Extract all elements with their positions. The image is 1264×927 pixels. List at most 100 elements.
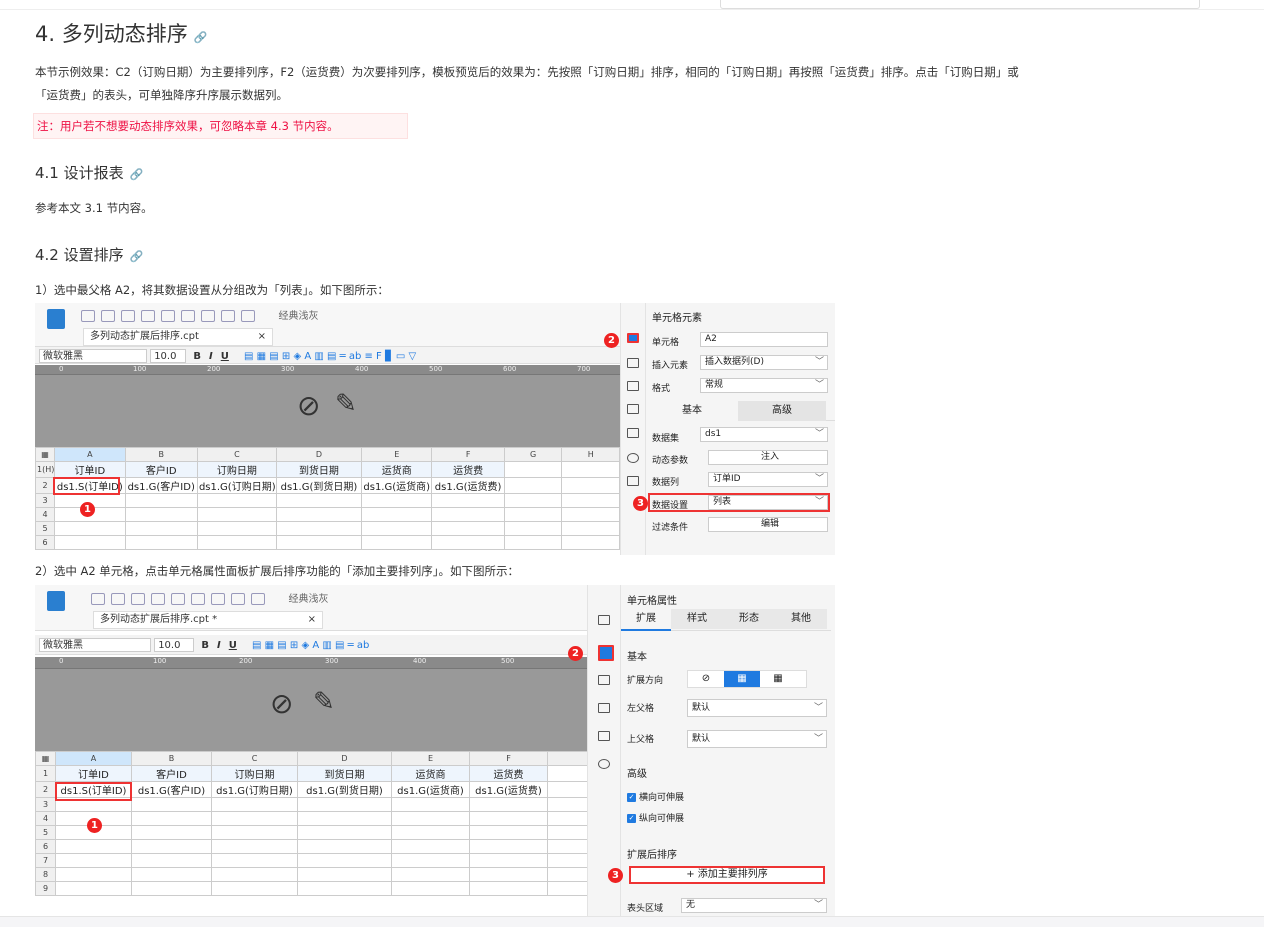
float-element-icon[interactable] (627, 381, 639, 391)
font-family-select[interactable]: 微软雅黑 (39, 638, 151, 652)
anchor-link-icon[interactable]: 🔗 (130, 250, 144, 263)
copy-icon[interactable] (161, 310, 175, 322)
theme-label[interactable]: 经典浅灰 (279, 311, 319, 322)
paragraph-4-1: 参考本文 3.1 节内容。 (35, 201, 153, 215)
expand-dir-segment[interactable]: ⊘ ▦ ▦ (687, 670, 807, 688)
cell-input[interactable]: A2 (700, 332, 828, 347)
hyperlink-icon[interactable] (627, 453, 639, 463)
highlight-a2 (53, 477, 120, 495)
advanced-section[interactable]: 高级 (627, 765, 647, 780)
cell-attr-icon[interactable] (627, 358, 639, 368)
save-icon[interactable] (81, 310, 95, 322)
v-extend-checkbox[interactable]: ✓ 纵向可伸展 (627, 811, 684, 824)
redo-icon[interactable] (131, 593, 145, 605)
edit-pencil-icon[interactable]: ✎ (335, 389, 357, 419)
cell-element-icon[interactable] (627, 333, 639, 343)
save-icon[interactable] (91, 593, 105, 605)
widget-icon[interactable] (627, 404, 639, 414)
dyn-param-label: 动态参数 (652, 456, 689, 466)
edit-pencil-icon[interactable]: ✎ (313, 687, 335, 717)
cut-icon[interactable] (151, 593, 165, 605)
condition-icon[interactable] (598, 731, 610, 741)
theme-label[interactable]: 经典浅灰 (289, 594, 329, 605)
insert-select[interactable]: 插入数据列(D) ﹀ (700, 355, 828, 370)
close-tab-icon[interactable]: × (258, 329, 266, 345)
section-heading-4-2: 4.2 设置排序 🔗 (35, 246, 144, 264)
preview-icon[interactable] (231, 593, 245, 605)
cut-icon[interactable] (141, 310, 155, 322)
section-heading-4-1: 4.1 设计报表 🔗 (35, 164, 144, 182)
datacol-select[interactable]: 订单ID ﹀ (708, 472, 828, 487)
up-parent-label: 上父格 (627, 735, 655, 745)
merge-icon[interactable] (251, 593, 265, 605)
italic-icon[interactable]: I (217, 640, 221, 651)
format-select[interactable]: 常规 ﹀ (700, 378, 828, 393)
up-parent-select[interactable]: 默认 ﹀ (687, 730, 827, 748)
step-badge-2: 2 (604, 333, 619, 348)
widget-icon[interactable] (598, 703, 610, 713)
underline-icon[interactable]: U (229, 640, 237, 651)
float-element-icon[interactable] (598, 675, 610, 685)
tab-expand[interactable]: 扩展 (621, 609, 671, 631)
paste-icon[interactable] (191, 593, 205, 605)
format-brush-icon[interactable] (201, 310, 215, 322)
undo-icon[interactable] (101, 310, 115, 322)
hide-eye-icon[interactable]: ⊘ (297, 389, 320, 422)
h-extend-checkbox[interactable]: ✓ 横向可伸展 (627, 790, 684, 803)
canvas-area: ⊘ ✎ (35, 375, 620, 447)
anchor-link-icon[interactable]: 🔗 (130, 168, 144, 181)
sort-section[interactable]: 扩展后排序 (627, 846, 677, 861)
cell-attr-icon[interactable] (598, 645, 614, 661)
step-badge-2: 2 (568, 646, 583, 661)
intro-paragraph: 本节示例效果：C2（订购日期）为主要排列序，F2（运货费）为次要排列序，模板预览… (35, 61, 1235, 107)
file-tab[interactable]: 多列动态扩展后排序.cpt × (83, 328, 273, 346)
underline-icon[interactable]: U (221, 351, 229, 362)
tab-form[interactable]: 形态 (723, 609, 775, 629)
file-tab[interactable]: 多列动态扩展后排序.cpt * × (93, 611, 323, 629)
screenshot-2: 经典浅灰 多列动态扩展后排序.cpt * × 微软雅黑 10.0 BIU ▤ ▦ … (35, 585, 835, 916)
preview-icon[interactable] (221, 310, 235, 322)
quick-toolbar: 经典浅灰 (81, 307, 319, 322)
undo-icon[interactable] (111, 593, 125, 605)
dataset-select[interactable]: ds1 ﹀ (700, 427, 828, 442)
cell-grid[interactable]: ▦ A B C D E F G H 1(H) 订单ID 客户ID 订购日期 到货日期 运货商 运货费 2 ds… (35, 447, 620, 550)
condition-icon[interactable] (627, 428, 639, 438)
top-search-box[interactable] (720, 0, 1200, 9)
anchor-link-icon[interactable]: 🔗 (194, 31, 208, 44)
designer-toolbar: 经典浅灰 多列动态扩展后排序.cpt × (35, 303, 620, 347)
filter-edit-button[interactable]: 编辑 (708, 517, 828, 532)
paste-icon[interactable] (181, 310, 195, 322)
close-tab-icon[interactable]: × (308, 612, 316, 628)
inject-button[interactable]: 注入 (708, 450, 828, 465)
basic-adv-tabs: 基本 高级 (646, 401, 835, 421)
tab-style[interactable]: 样式 (671, 609, 723, 629)
redo-icon[interactable] (121, 310, 135, 322)
cell-grid[interactable]: ▦ A B C D E F 1 订单ID 客户ID 订购日期 到货日期 运货商 运货费 2 ds1.S(订… (35, 751, 588, 896)
basic-section[interactable]: 基本 (627, 648, 647, 663)
bold-icon[interactable]: B (201, 640, 209, 651)
check-icon: ✓ (627, 814, 636, 823)
copy-icon[interactable] (171, 593, 185, 605)
add-primary-sort-button[interactable]: + 添加主要排列序 (629, 866, 825, 884)
tab-basic[interactable]: 基本 (646, 401, 738, 421)
merge-icon[interactable] (241, 310, 255, 322)
insert-icon[interactable] (627, 476, 639, 486)
cell-element-icon[interactable] (598, 615, 610, 625)
side-icon-bar (620, 303, 646, 555)
highlight-a2 (55, 782, 132, 801)
font-size-select[interactable]: 10.0 (150, 349, 187, 363)
font-size-select[interactable]: 10.0 (154, 638, 195, 652)
italic-icon[interactable]: I (209, 351, 213, 362)
header-area-select[interactable]: 无 ﹀ (681, 898, 827, 913)
tab-other[interactable]: 其他 (775, 609, 827, 629)
left-parent-select[interactable]: 默认 ﹀ (687, 699, 827, 717)
panel-title: 单元格属性 (627, 596, 677, 607)
bold-icon[interactable]: B (193, 351, 201, 362)
hide-eye-icon[interactable]: ⊘ (270, 687, 293, 720)
horizontal-expand-icon: ▦ (773, 673, 783, 684)
hyperlink-icon[interactable] (598, 759, 610, 769)
format-brush-icon[interactable] (211, 593, 225, 605)
data-setting-select[interactable]: 列表 ﹀ (708, 495, 828, 510)
tab-advanced[interactable]: 高级 (738, 401, 826, 421)
font-family-select[interactable]: 微软雅黑 (39, 349, 147, 363)
